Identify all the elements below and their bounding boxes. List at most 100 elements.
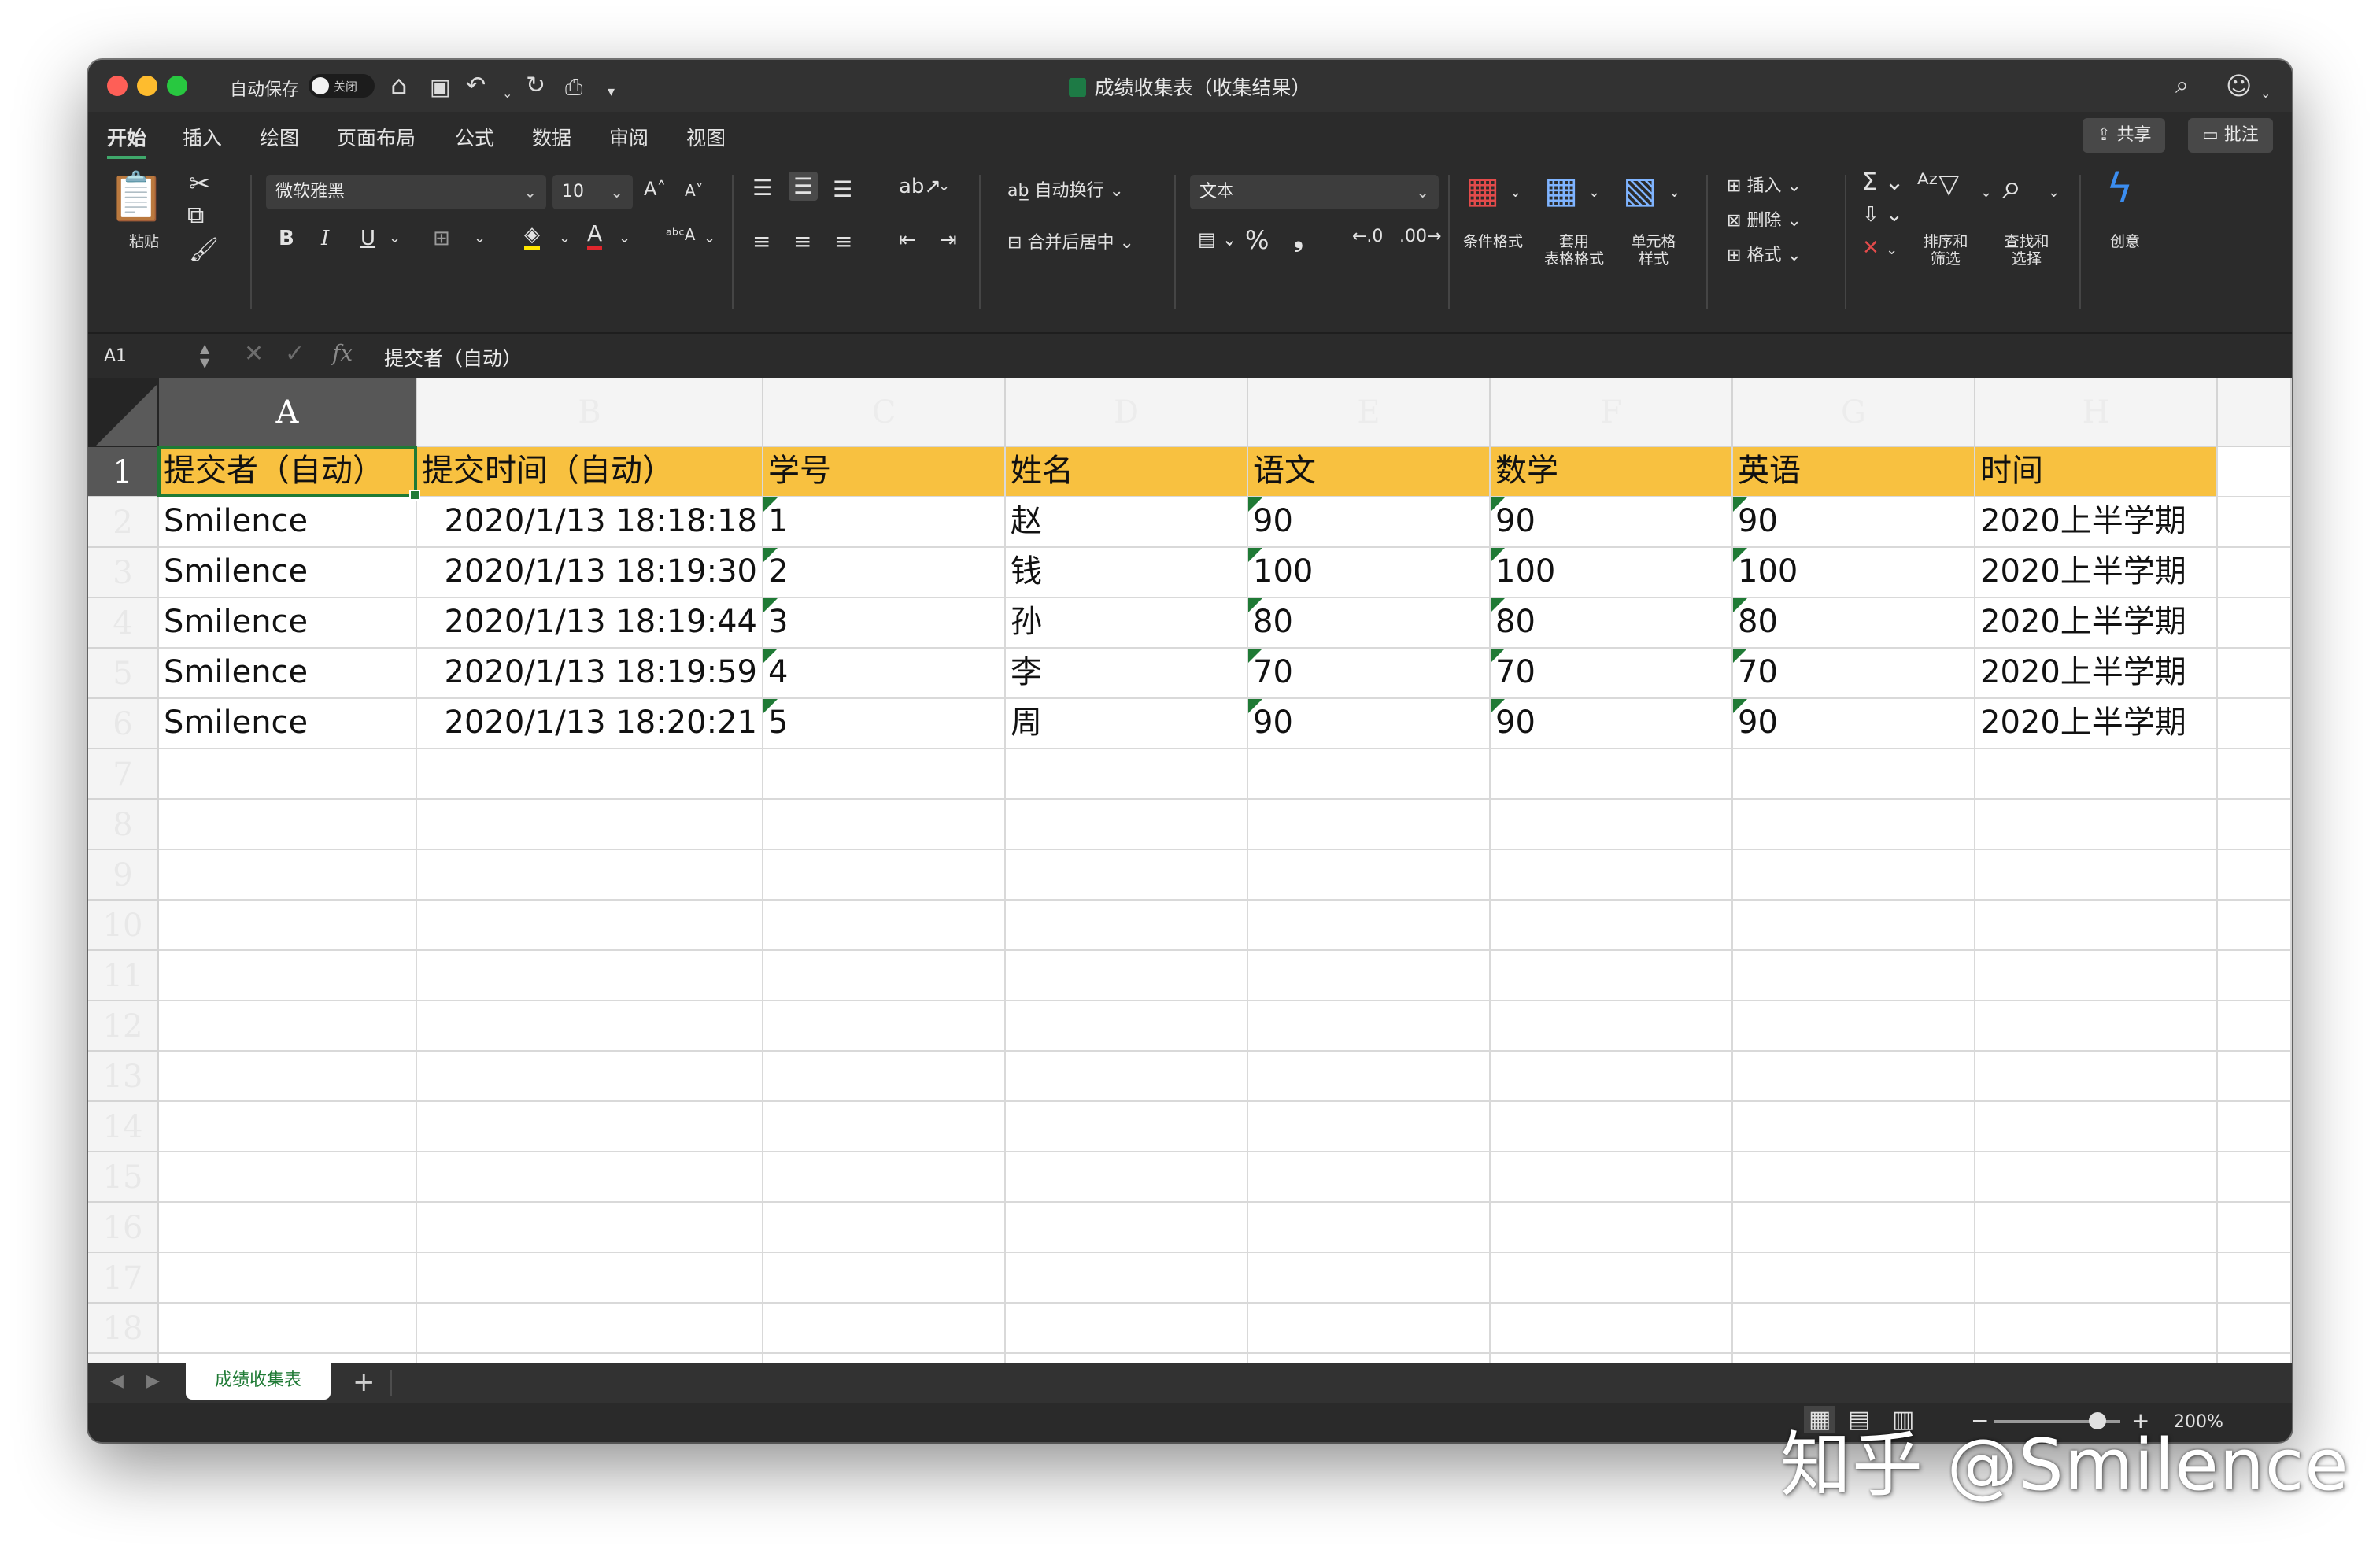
table-cell[interactable]: Smilence: [159, 649, 417, 699]
table-cell[interactable]: 90: [1248, 699, 1491, 749]
table-cell[interactable]: [417, 901, 763, 951]
table-cell[interactable]: [159, 850, 417, 901]
table-cell[interactable]: [1733, 1203, 1975, 1253]
table-cell[interactable]: [1491, 850, 1733, 901]
row-header[interactable]: 16: [88, 1203, 159, 1253]
table-cell[interactable]: [417, 1152, 763, 1203]
table-cell[interactable]: [417, 1001, 763, 1052]
align-right-icon[interactable]: ≡: [834, 228, 852, 254]
tab-home[interactable]: 开始: [107, 123, 147, 159]
table-cell[interactable]: [1975, 1052, 2218, 1102]
format-as-table-icon[interactable]: ▦: [1544, 168, 1578, 211]
table-cell[interactable]: [1733, 1052, 1975, 1102]
table-cell[interactable]: [1006, 901, 1248, 951]
font-name-dropdown[interactable]: 微软雅黑 ⌄: [266, 175, 546, 209]
header-cell[interactable]: 语文: [1248, 447, 1491, 497]
table-cell[interactable]: [159, 1253, 417, 1304]
merge-center-button[interactable]: ⊟ 合并后居中 ⌄: [1007, 228, 1134, 253]
table-cell[interactable]: [763, 951, 1006, 1001]
column-header[interactable]: G: [1733, 378, 1975, 447]
row-header[interactable]: 1: [88, 447, 159, 497]
paste-icon[interactable]: 📋: [107, 172, 166, 222]
table-cell[interactable]: 2020/1/13 18:19:30: [417, 548, 763, 598]
table-cell[interactable]: [763, 1102, 1006, 1152]
tab-data[interactable]: 数据: [532, 123, 571, 151]
clear-icon[interactable]: ✕ ⌄: [1862, 236, 1898, 260]
decrease-decimal-icon[interactable]: .00→: [1399, 227, 1441, 246]
table-cell[interactable]: [763, 1152, 1006, 1203]
header-cell[interactable]: 时间: [1975, 447, 2218, 497]
table-cell[interactable]: [159, 800, 417, 850]
table-cell[interactable]: [2218, 497, 2292, 548]
table-cell[interactable]: 90: [1491, 497, 1733, 548]
table-cell[interactable]: [2218, 1203, 2292, 1253]
table-cell[interactable]: [1975, 1253, 2218, 1304]
header-cell[interactable]: 提交时间（自动）: [417, 447, 763, 497]
fill-icon[interactable]: ⇩ ⌄: [1862, 203, 1903, 227]
cut-icon[interactable]: ✂: [189, 168, 210, 198]
table-cell[interactable]: Smilence: [159, 548, 417, 598]
header-cell[interactable]: 姓名: [1006, 447, 1248, 497]
table-cell[interactable]: [763, 850, 1006, 901]
table-cell[interactable]: 100: [1491, 548, 1733, 598]
table-cell[interactable]: [1006, 1052, 1248, 1102]
table-cell[interactable]: [1975, 850, 2218, 901]
tab-insert[interactable]: 插入: [183, 123, 222, 151]
accounting-format-icon[interactable]: ▤ ⌄: [1198, 228, 1237, 250]
enter-icon[interactable]: ✓: [285, 340, 305, 368]
table-cell[interactable]: Smilence: [159, 598, 417, 649]
row-header[interactable]: 10: [88, 901, 159, 951]
table-cell[interactable]: [763, 749, 1006, 800]
align-middle-icon[interactable]: ☰: [789, 172, 819, 201]
font-color-icon[interactable]: A: [587, 222, 603, 250]
table-cell[interactable]: [1491, 1102, 1733, 1152]
table-cell[interactable]: [763, 1052, 1006, 1102]
column-header[interactable]: B: [417, 378, 763, 447]
table-cell[interactable]: 2020上半学期: [1975, 649, 2218, 699]
name-box-stepper-icon[interactable]: ▲ ▼: [200, 342, 209, 370]
worksheet-grid[interactable]: A B C D E F G H 1 提交者（自动） 提交时间（自动） 学号 姓名 语文 数学 英语 时间 2 Smi…: [88, 378, 2292, 1422]
table-cell[interactable]: [763, 1304, 1006, 1354]
chevron-down-icon[interactable]: ⌄: [1588, 184, 1600, 201]
table-cell[interactable]: 4: [763, 649, 1006, 699]
copy-icon[interactable]: ⧉: [187, 202, 204, 229]
align-top-icon[interactable]: ☰: [752, 175, 772, 201]
table-cell[interactable]: [1006, 749, 1248, 800]
table-cell[interactable]: [1006, 850, 1248, 901]
table-cell[interactable]: [763, 1001, 1006, 1052]
sheet-tab[interactable]: 成绩收集表: [186, 1363, 331, 1400]
row-header[interactable]: 8: [88, 800, 159, 850]
table-cell[interactable]: [1006, 1304, 1248, 1354]
tab-formulas[interactable]: 公式: [455, 123, 494, 151]
table-cell[interactable]: [1248, 1304, 1491, 1354]
table-cell[interactable]: [1248, 1102, 1491, 1152]
table-cell[interactable]: [1006, 800, 1248, 850]
chevron-down-icon[interactable]: ⌄: [1669, 184, 1680, 201]
table-cell[interactable]: [159, 749, 417, 800]
table-cell[interactable]: 90: [1733, 497, 1975, 548]
chevron-down-icon[interactable]: ⌄: [559, 230, 571, 246]
insert-cells-button[interactable]: ⊞ 插入 ⌄: [1727, 172, 1802, 197]
table-cell[interactable]: [1491, 1253, 1733, 1304]
formula-input[interactable]: 提交者（自动）: [384, 343, 522, 372]
chevron-down-icon[interactable]: ⌄: [474, 230, 486, 246]
row-header[interactable]: 11: [88, 951, 159, 1001]
chevron-down-icon[interactable]: ⌄: [389, 230, 401, 246]
text-orientation-icon[interactable]: ab↗: [899, 175, 941, 198]
table-cell[interactable]: [2218, 800, 2292, 850]
chevron-down-icon[interactable]: ⌄: [1980, 184, 1992, 201]
header-cell[interactable]: 提交者（自动）: [159, 447, 417, 497]
column-header[interactable]: H: [1975, 378, 2218, 447]
table-cell[interactable]: [1006, 1152, 1248, 1203]
table-cell[interactable]: [2218, 1304, 2292, 1354]
insert-function-icon[interactable]: fx: [332, 340, 353, 366]
table-cell[interactable]: [1006, 1203, 1248, 1253]
table-cell[interactable]: [159, 1152, 417, 1203]
table-cell[interactable]: [2218, 649, 2292, 699]
table-cell[interactable]: 2020上半学期: [1975, 598, 2218, 649]
feedback-smiley-icon[interactable]: ☺: [2226, 71, 2252, 101]
table-cell[interactable]: [2218, 901, 2292, 951]
row-header[interactable]: 9: [88, 850, 159, 901]
row-header[interactable]: 18: [88, 1304, 159, 1354]
tab-view[interactable]: 视图: [686, 123, 726, 151]
